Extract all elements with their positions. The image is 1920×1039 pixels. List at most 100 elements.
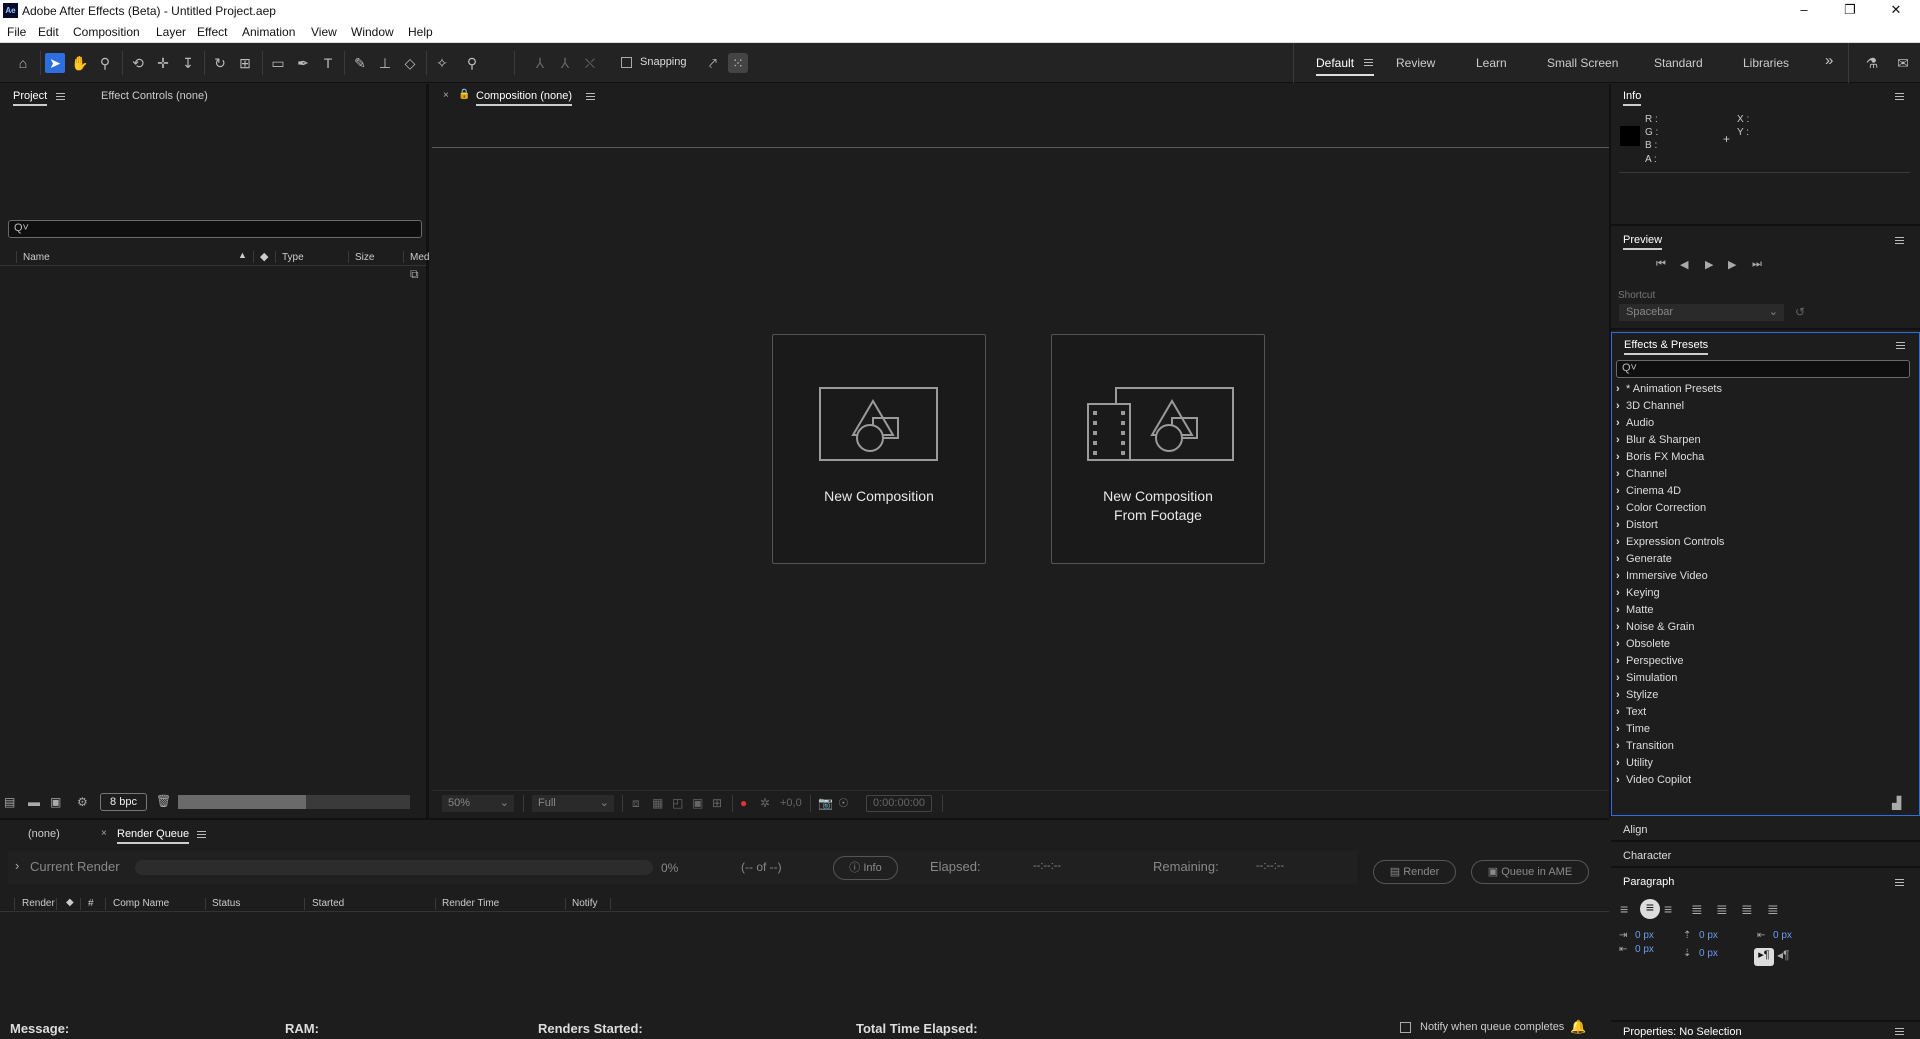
orbit-camera-icon[interactable]: ⟲	[128, 53, 148, 73]
render-queue-menu-icon[interactable]	[197, 831, 206, 838]
menu-animation[interactable]: Animation	[242, 25, 295, 39]
zoom-dropdown[interactable]: 50% ⌄	[442, 795, 514, 812]
column-started[interactable]: Started	[312, 898, 344, 909]
workspace-menu-icon[interactable]	[1364, 59, 1373, 66]
tab-composition[interactable]: Composition (none)	[476, 90, 572, 106]
effect-category-item[interactable]: Simulation	[1616, 672, 1677, 684]
workspace-review[interactable]: Review	[1396, 56, 1435, 70]
info-panel-menu-icon[interactable]	[1895, 93, 1904, 100]
info-button[interactable]: ⓘ Info	[833, 856, 898, 880]
eraser-tool-icon[interactable]: ◇	[400, 53, 420, 73]
justify-center-icon[interactable]: ≣	[1716, 901, 1728, 918]
pan-behind-tool-icon[interactable]: ⊞	[235, 53, 255, 73]
effect-category-item[interactable]: Video Copilot	[1616, 774, 1691, 786]
menu-layer[interactable]: Layer	[156, 25, 186, 39]
effect-category-item[interactable]: Immersive Video	[1616, 570, 1708, 582]
roto-brush-tool-icon[interactable]: ✧	[432, 53, 452, 73]
timecode-display[interactable]: 0:00:00:00	[866, 795, 932, 812]
effects-search-input[interactable]: Q˅	[1616, 360, 1910, 378]
space-before-value[interactable]: 0 px	[1699, 930, 1718, 941]
column-type[interactable]: Type	[282, 252, 304, 263]
lock-icon[interactable]: 🔒	[458, 89, 470, 100]
project-search-input[interactable]: Q˅	[8, 220, 422, 238]
dolly-camera-icon[interactable]: ↧	[178, 53, 198, 73]
menu-view[interactable]: View	[311, 25, 337, 39]
character-panel[interactable]: Character	[1611, 844, 1920, 868]
feedback-icon[interactable]: ✉	[1893, 53, 1913, 73]
align-center-icon[interactable]: ≡	[1640, 899, 1660, 919]
sort-ascending-icon[interactable]: ▲	[238, 250, 247, 260]
queue-in-ame-button[interactable]: ▣ Queue in AME	[1471, 860, 1589, 884]
snap-extend-icon[interactable]: ⤤	[703, 53, 723, 73]
effect-category-item[interactable]: Transition	[1616, 740, 1674, 752]
properties-panel-menu-icon[interactable]	[1895, 1028, 1904, 1035]
pen-tool-icon[interactable]: ✒	[293, 53, 313, 73]
mask-visibility-icon[interactable]: ◰	[672, 796, 683, 810]
close-button[interactable]: ✕	[1878, 0, 1914, 22]
project-panel-menu-icon[interactable]	[56, 93, 65, 100]
puppet-pin-tool-icon[interactable]: ⚲	[462, 53, 482, 73]
workspace-default[interactable]: Default	[1316, 56, 1375, 76]
column-name[interactable]: Name	[23, 252, 50, 263]
reset-icon[interactable]: ↺	[1795, 305, 1805, 319]
play-icon[interactable]: ▶	[1705, 258, 1713, 271]
align-panel[interactable]: Align	[1611, 818, 1920, 842]
rtl-direction-icon[interactable]: ◂¶	[1777, 948, 1789, 962]
transparency-grid-icon[interactable]: ▦	[652, 796, 663, 810]
render-button[interactable]: ▤ Render	[1373, 860, 1456, 884]
effect-category-item[interactable]: Keying	[1616, 587, 1660, 599]
resolution-dropdown[interactable]: Full ⌄	[532, 795, 614, 812]
brush-tool-icon[interactable]: ✎	[350, 53, 370, 73]
close-tab-icon[interactable]: ×	[443, 90, 449, 101]
workspace-overflow-icon[interactable]: »	[1825, 52, 1833, 69]
align-right-icon[interactable]: ≡	[1664, 901, 1672, 917]
ltr-direction-icon[interactable]: ▸¶	[1754, 948, 1774, 966]
effect-category-item[interactable]: Stylize	[1616, 689, 1658, 701]
tab-effect-controls[interactable]: Effect Controls (none)	[101, 90, 208, 102]
column-size[interactable]: Size	[355, 252, 374, 263]
effect-category-item[interactable]: Utility	[1616, 757, 1653, 769]
indent-first-line-value[interactable]: 0 px	[1773, 930, 1792, 941]
align-left-icon[interactable]: ≡	[1620, 901, 1628, 917]
close-tab-icon[interactable]: ×	[101, 828, 107, 839]
effect-category-item[interactable]: Blur & Sharpen	[1616, 434, 1701, 446]
adjust-settings-icon[interactable]: ⚙	[77, 795, 88, 809]
effect-category-item[interactable]: Color Correction	[1616, 502, 1706, 514]
show-snapshot-icon[interactable]: ☉	[838, 796, 849, 810]
menu-file[interactable]: File	[7, 25, 26, 39]
column-render[interactable]: Render	[22, 898, 55, 909]
tab-none[interactable]: (none)	[28, 828, 60, 840]
composition-panel-menu-icon[interactable]	[586, 93, 595, 100]
clone-stamp-tool-icon[interactable]: ⊥	[375, 53, 395, 73]
workspace-standard[interactable]: Standard	[1654, 56, 1703, 70]
color-channels-icon[interactable]: ●	[740, 796, 747, 810]
effect-category-item[interactable]: * Animation Presets	[1616, 383, 1722, 395]
trash-icon[interactable]: 🗑	[156, 794, 171, 808]
thumbnail-slider[interactable]	[178, 795, 410, 809]
justify-right-icon[interactable]: ≣	[1741, 901, 1753, 918]
workspace-libraries[interactable]: Libraries	[1743, 56, 1789, 70]
restore-button[interactable]: ❐	[1832, 0, 1868, 22]
menu-effect[interactable]: Effect	[197, 25, 227, 39]
local-axis-icon[interactable]: ⅄	[530, 53, 550, 73]
next-frame-icon[interactable]: ▶	[1728, 258, 1736, 271]
new-composition-icon[interactable]: ▣	[50, 795, 61, 809]
bell-settings-icon[interactable]: 🔔	[1570, 1019, 1586, 1035]
bpc-button[interactable]: 8 bpc	[100, 793, 147, 811]
indent-right-value[interactable]: 0 px	[1635, 944, 1654, 955]
new-folder-icon[interactable]: ▬	[28, 795, 40, 809]
effect-category-item[interactable]: Matte	[1616, 604, 1654, 616]
effect-category-item[interactable]: Expression Controls	[1616, 536, 1724, 548]
new-composition-from-footage-card[interactable]: New Composition From Footage	[1051, 334, 1265, 564]
snap-feature-icon[interactable]: ⁙	[728, 53, 748, 73]
effect-category-item[interactable]: Time	[1616, 723, 1650, 735]
previous-frame-icon[interactable]: ◀	[1680, 258, 1688, 271]
menu-help[interactable]: Help	[408, 25, 433, 39]
effect-category-item[interactable]: Boris FX Mocha	[1616, 451, 1704, 463]
effect-category-item[interactable]: Distort	[1616, 519, 1658, 531]
snapshot-camera-icon[interactable]: 📷	[818, 796, 833, 810]
expand-chevron-icon[interactable]: ›	[15, 858, 19, 873]
type-tool-icon[interactable]: T	[318, 53, 338, 73]
column-number[interactable]: #	[88, 898, 94, 909]
minimize-button[interactable]: –	[1786, 0, 1822, 22]
